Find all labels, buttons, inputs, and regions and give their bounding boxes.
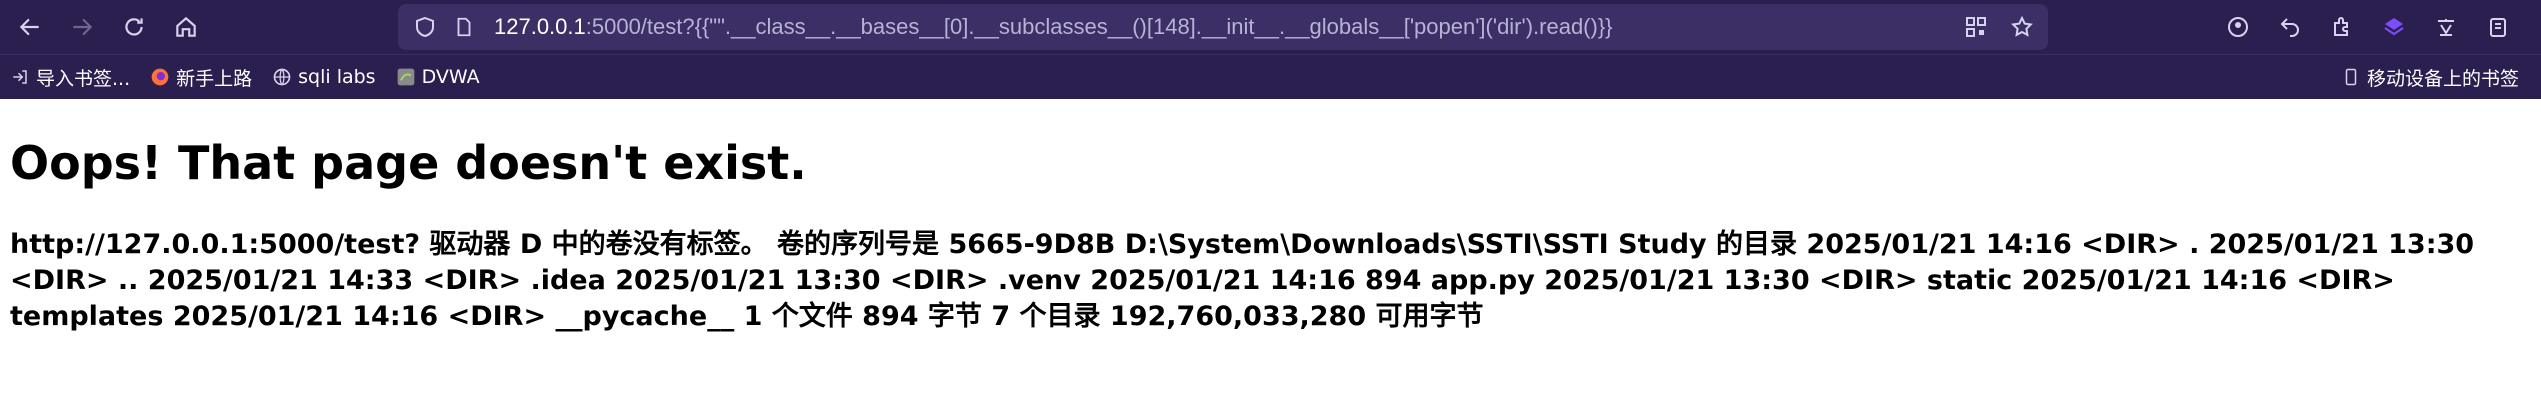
browser-chrome: 127.0.0.1:5000/test?{{"".__class__.__bas… <box>0 0 2541 99</box>
bookmark-getting-started[interactable]: 新手上路 <box>140 59 262 95</box>
clipboard-icon[interactable] <box>2486 15 2510 39</box>
url-text[interactable]: 127.0.0.1:5000/test?{{"".__class__.__bas… <box>494 14 1613 40</box>
reload-icon <box>125 18 143 36</box>
undo-icon[interactable] <box>2278 15 2302 39</box>
home-button[interactable] <box>164 5 208 49</box>
bookmark-dvwa-label: DVWA <box>421 66 480 88</box>
arrow-right-icon <box>73 18 93 36</box>
url-path: :5000/test?{{"".__class__.__bases__[0]._… <box>585 14 1613 39</box>
bookmark-sqli-label: sqli labs <box>298 66 376 88</box>
firefox-icon <box>150 67 170 87</box>
command-output: http://127.0.0.1:5000/test? 驱动器 D 中的卷没有标… <box>10 229 2475 332</box>
page-title: Oops! That page doesn't exist. <box>10 136 807 190</box>
bookmark-import-label: 导入书签... <box>36 67 131 90</box>
bookmark-sqli[interactable]: sqli labs <box>262 59 385 95</box>
url-actions <box>1964 4 2034 50</box>
purple-extension-icon[interactable] <box>2382 15 2406 39</box>
bookmark-dvwa[interactable]: DVWA <box>386 59 490 95</box>
bookmark-getting-started-label: 新手上路 <box>176 67 253 90</box>
translate-icon[interactable] <box>2434 15 2458 39</box>
import-icon <box>10 67 30 87</box>
forward-button[interactable] <box>60 5 104 49</box>
bookmarks-bar: 导入书签... 新手上路 sqli labs DVWA 移动设备上的书签 <box>0 54 2541 99</box>
address-bar[interactable]: 127.0.0.1:5000/test?{{"".__class__.__bas… <box>398 4 2048 50</box>
bookmark-import[interactable]: 导入书签... <box>0 59 140 95</box>
arrow-left-icon <box>19 18 39 36</box>
globe-icon <box>272 67 292 87</box>
page-icon[interactable] <box>452 15 476 39</box>
star-icon[interactable] <box>2010 15 2034 39</box>
bookmark-mobile-label: 移动设备上的书签 <box>2366 67 2519 90</box>
qr-code-icon[interactable] <box>1964 15 1988 39</box>
toolbar-right <box>2226 0 2541 54</box>
account-icon[interactable] <box>2226 15 2250 39</box>
mobile-phone-icon <box>2341 67 2361 87</box>
url-host: 127.0.0.1 <box>494 14 586 39</box>
home-icon <box>176 16 196 37</box>
extensions-icon[interactable] <box>2330 15 2354 39</box>
toolbar: 127.0.0.1:5000/test?{{"".__class__.__bas… <box>0 0 2541 54</box>
shield-icon[interactable] <box>412 14 438 40</box>
back-button[interactable] <box>8 5 52 49</box>
bookmark-mobile[interactable]: 移动设备上的书签 <box>2331 59 2529 95</box>
dvwa-icon <box>396 67 416 87</box>
reload-button[interactable] <box>112 5 156 49</box>
